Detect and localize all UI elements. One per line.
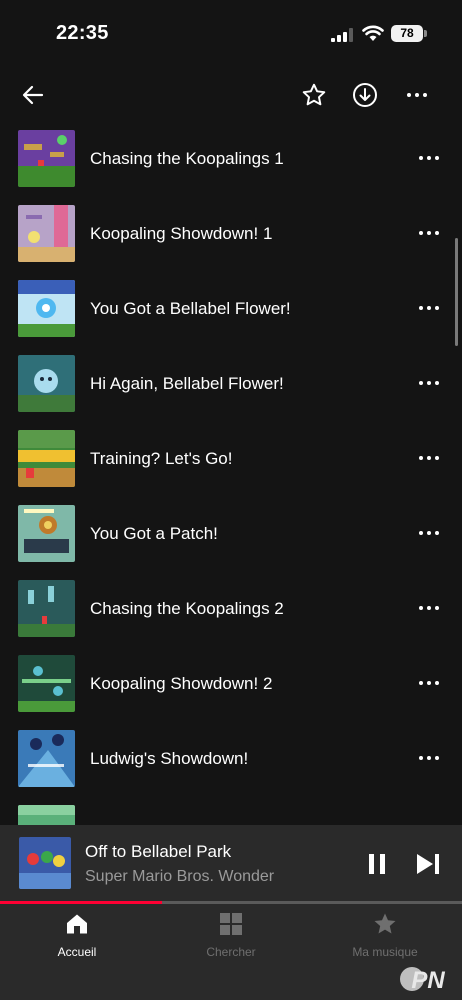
track-title: Ludwig's Showdown! bbox=[90, 749, 249, 768]
now-playing-artist: Super Mario Bros. Wonder bbox=[85, 868, 275, 885]
track-thumbnail bbox=[18, 355, 75, 412]
track-title: Chasing the Koopalings 2 bbox=[90, 599, 284, 618]
track-row[interactable]: Training? Let's Go! bbox=[0, 420, 462, 495]
track-title: Koopaling Showdown! 2 bbox=[90, 674, 273, 693]
next-button[interactable] bbox=[411, 847, 445, 881]
nav-label-home: Accueil bbox=[57, 945, 97, 959]
more-horiz-icon bbox=[419, 606, 439, 610]
more-horiz-icon bbox=[407, 93, 427, 97]
track-more-button[interactable] bbox=[408, 513, 450, 553]
download-button[interactable] bbox=[348, 78, 382, 112]
track-thumbnail bbox=[18, 505, 75, 562]
track-thumbnail bbox=[18, 205, 75, 262]
more-horiz-icon bbox=[419, 156, 439, 160]
top-bar bbox=[0, 70, 462, 120]
more-horiz-icon bbox=[419, 231, 439, 235]
more-horiz-icon bbox=[419, 681, 439, 685]
back-button[interactable] bbox=[16, 78, 50, 112]
star-outline-icon bbox=[302, 83, 326, 106]
track-row[interactable]: Chasing the Koopalings 2 bbox=[0, 570, 462, 645]
track-thumbnail bbox=[18, 430, 75, 487]
nav-item-home[interactable]: Accueil bbox=[0, 904, 154, 1000]
track-title: Training? Let's Go! bbox=[90, 449, 233, 468]
svg-text:PN: PN bbox=[411, 967, 445, 994]
more-horiz-icon bbox=[419, 531, 439, 535]
track-row[interactable]: Koopaling Showdown! 2 bbox=[0, 645, 462, 720]
home-icon bbox=[67, 914, 87, 934]
battery-indicator: 78 bbox=[391, 25, 427, 42]
track-title: You Got a Patch! bbox=[90, 524, 218, 543]
track-more-button[interactable] bbox=[408, 738, 450, 778]
track-more-button[interactable] bbox=[408, 213, 450, 253]
now-playing-artwork bbox=[19, 837, 71, 889]
track-row[interactable]: Koopaling Showdown! 1 bbox=[0, 195, 462, 270]
status-time: 22:35 bbox=[56, 22, 109, 44]
pause-icon bbox=[369, 854, 385, 874]
nav-label-my-music: Ma musique bbox=[352, 945, 418, 959]
mini-player[interactable]: Off to Bellabel Park Super Mario Bros. W… bbox=[0, 825, 462, 901]
wifi-icon bbox=[362, 25, 384, 41]
track-more-button[interactable] bbox=[408, 438, 450, 478]
track-row[interactable]: Ludwig's Showdown! bbox=[0, 720, 462, 795]
track-thumbnail bbox=[18, 130, 75, 187]
track-more-button[interactable] bbox=[408, 138, 450, 178]
more-horiz-icon bbox=[419, 756, 439, 760]
more-horiz-icon bbox=[419, 456, 439, 460]
track-row[interactable]: You Got a Patch! bbox=[0, 495, 462, 570]
track-row[interactable]: Chasing the Koopalings 1 bbox=[0, 120, 462, 195]
grid-icon bbox=[220, 913, 242, 935]
track-row[interactable]: You Got a Bellabel Flower! bbox=[0, 270, 462, 345]
star-icon bbox=[374, 913, 396, 934]
track-thumbnail bbox=[18, 730, 75, 787]
nav-item-search[interactable]: Chercher bbox=[154, 904, 308, 1000]
signal-icon bbox=[331, 28, 353, 42]
track-thumbnail bbox=[18, 580, 75, 637]
now-playing-title: Off to Bellabel Park bbox=[85, 842, 232, 861]
track-more-button[interactable] bbox=[408, 288, 450, 328]
pause-button[interactable] bbox=[360, 847, 394, 881]
track-title: Hi Again, Bellabel Flower! bbox=[90, 374, 284, 393]
scrollbar[interactable] bbox=[455, 238, 458, 346]
track-title: Koopaling Showdown! 1 bbox=[90, 224, 273, 243]
track-thumbnail bbox=[18, 805, 75, 825]
favorite-button[interactable] bbox=[297, 78, 331, 112]
track-thumbnail bbox=[18, 280, 75, 337]
bottom-nav: Accueil Chercher Ma musique bbox=[0, 904, 462, 1000]
watermark-logo: PN bbox=[400, 967, 445, 994]
more-horiz-icon bbox=[419, 381, 439, 385]
arrow-left-icon bbox=[22, 85, 44, 105]
track-title: Chasing the Koopalings 1 bbox=[90, 149, 284, 168]
more-button[interactable] bbox=[400, 78, 434, 112]
track-title: You Got a Bellabel Flower! bbox=[90, 299, 291, 318]
track-row[interactable] bbox=[0, 795, 462, 825]
track-more-button[interactable] bbox=[408, 363, 450, 403]
status-bar: 22:35 78 bbox=[0, 0, 462, 70]
track-thumbnail bbox=[18, 655, 75, 712]
track-row[interactable]: Hi Again, Bellabel Flower! bbox=[0, 345, 462, 420]
download-icon bbox=[353, 83, 377, 107]
track-more-button[interactable] bbox=[408, 663, 450, 703]
track-more-button[interactable] bbox=[408, 588, 450, 628]
track-list: Chasing the Koopalings 1 Koopaling Showd… bbox=[0, 120, 462, 825]
nav-label-search: Chercher bbox=[206, 945, 256, 959]
more-horiz-icon bbox=[419, 306, 439, 310]
skip-next-icon bbox=[417, 854, 439, 874]
